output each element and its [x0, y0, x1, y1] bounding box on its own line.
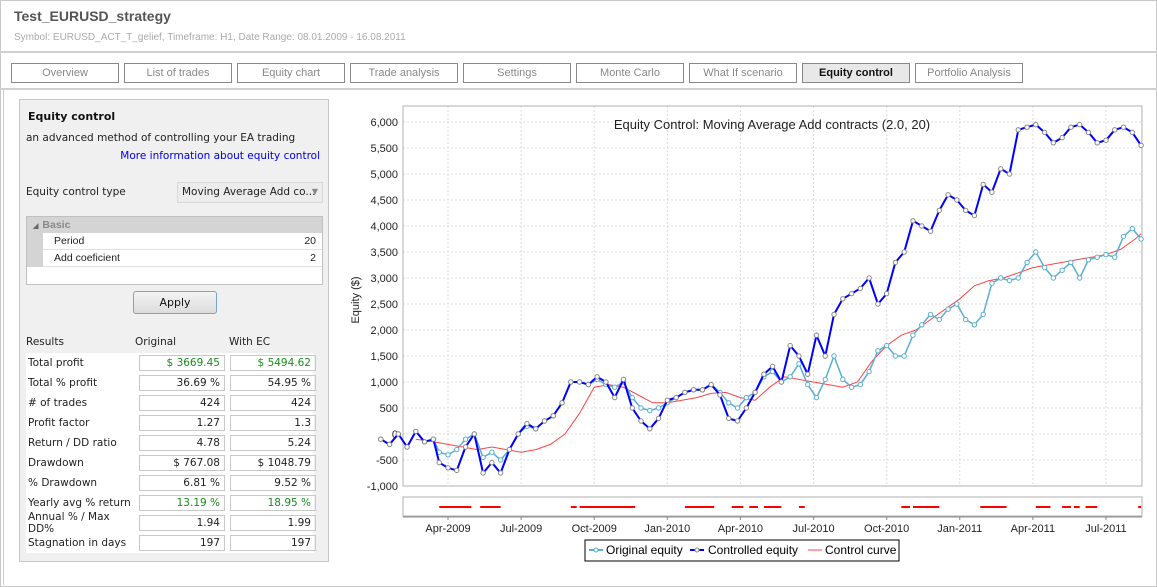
result-original-value: 424 — [139, 395, 225, 411]
property-row-period[interactable]: Period 20 — [43, 233, 322, 250]
result-label: Total profit — [28, 357, 84, 369]
equity-control-type-value: Moving Average Add co... — [182, 186, 316, 198]
result-original-value: 36.69 % — [139, 375, 225, 391]
result-original-value: $ 3669.45 — [139, 355, 225, 371]
result-original-value: 1.94 — [139, 515, 225, 531]
results-header-label: Results — [26, 336, 64, 348]
tab-equity-chart[interactable]: Equity chart — [237, 63, 345, 83]
result-original-value: 13.19 % — [139, 495, 225, 511]
results-table: Total profit $ 3669.45 $ 5494.62 Total % pr… — [26, 353, 316, 553]
property-group-basic[interactable]: ◢ Basic — [27, 217, 322, 233]
property-value[interactable]: 2 — [310, 250, 316, 266]
results-header-with-ec: With EC — [229, 336, 271, 348]
result-label: Return / DD ratio — [28, 437, 117, 449]
header-divider — [0, 51, 1157, 53]
result-with-ec-value: 5.24 — [230, 435, 316, 451]
result-with-ec-value: 9.52 % — [230, 475, 316, 491]
result-label: Annual % / Max DD% — [28, 511, 110, 535]
results-row: Stagnation in days 197 197 — [26, 533, 316, 553]
property-value[interactable]: 20 — [304, 233, 316, 249]
result-with-ec-value: 18.95 % — [230, 495, 316, 511]
result-with-ec-value: 1.3 — [230, 415, 316, 431]
property-grid-gutter — [27, 233, 43, 267]
apply-button[interactable]: Apply — [133, 291, 217, 314]
strategy-title: Test_EURUSD_strategy — [14, 8, 171, 24]
result-original-value: 1.27 — [139, 415, 225, 431]
results-row: % Drawdown 6.81 % 9.52 % — [26, 473, 316, 493]
result-original-value: $ 767.08 — [139, 455, 225, 471]
result-original-value: 4.78 — [139, 435, 225, 451]
panel-title: Equity control — [28, 110, 116, 123]
equity-control-panel: Equity control an advanced method of con… — [19, 99, 329, 562]
property-group-label: Basic — [42, 219, 71, 231]
result-label: % Drawdown — [28, 477, 98, 489]
results-row: Total profit $ 3669.45 $ 5494.62 — [26, 353, 316, 373]
property-row-add-coeficient[interactable]: Add coeficient 2 — [43, 250, 322, 267]
results-row: Return / DD ratio 4.78 5.24 — [26, 433, 316, 453]
result-label: # of trades — [28, 397, 88, 409]
result-with-ec-value: $ 5494.62 — [230, 355, 316, 371]
tab-overview[interactable]: Overview — [11, 63, 119, 83]
tab-equity-control[interactable]: Equity control — [802, 63, 910, 83]
result-label: Stagnation in days — [28, 537, 127, 549]
results-row: Drawdown $ 767.08 $ 1048.79 — [26, 453, 316, 473]
tab-list-of-trades[interactable]: List of trades — [124, 63, 232, 83]
result-label: Total % profit — [28, 377, 98, 389]
result-label: Yearly avg % return — [28, 497, 131, 509]
result-with-ec-value: $ 1048.79 — [230, 455, 316, 471]
strategy-subtitle: Symbol: EURUSD_ACT_T_gelief, Timeframe: … — [14, 32, 406, 43]
results-row: Profit factor 1.27 1.3 — [26, 413, 316, 433]
result-with-ec-value: 1.99 — [230, 515, 316, 531]
panel-description: an advanced method of controlling your E… — [26, 132, 296, 144]
results-header-original: Original — [135, 336, 177, 348]
result-label: Drawdown — [28, 457, 84, 469]
results-row: Yearly avg % return 13.19 % 18.95 % — [26, 493, 316, 513]
tab-bar: Overview List of trades Equity chart Tra… — [11, 63, 1023, 83]
property-name: Period — [54, 235, 85, 247]
result-original-value: 6.81 % — [139, 475, 225, 491]
property-grid: ◢ Basic Period 20 Add coeficient 2 — [26, 216, 323, 285]
tab-monte-carlo[interactable]: Monte Carlo — [576, 63, 684, 83]
tab-portfolio-analysis[interactable]: Portfolio Analysis — [915, 63, 1023, 83]
more-info-link[interactable]: More information about equity control — [120, 150, 320, 162]
tab-what-if-scenario[interactable]: What If scenario — [689, 63, 797, 83]
result-with-ec-value: 424 — [230, 395, 316, 411]
tab-trade-analysis[interactable]: Trade analysis — [350, 63, 458, 83]
results-row: Total % profit 36.69 % 54.95 % — [26, 373, 316, 393]
result-original-value: 197 — [139, 535, 225, 551]
collapse-triangle-icon: ◢ — [33, 223, 39, 230]
result-with-ec-value: 54.95 % — [230, 375, 316, 391]
property-name: Add coeficient — [54, 252, 120, 264]
result-with-ec-value: 197 — [230, 535, 316, 551]
tab-settings[interactable]: Settings — [463, 63, 571, 83]
equity-control-type-select[interactable]: Moving Average Add co... ▼ — [177, 182, 323, 203]
results-row: # of trades 424 424 — [26, 393, 316, 413]
equity-control-type-label: Equity control type — [26, 186, 126, 198]
result-label: Profit factor — [28, 417, 90, 429]
results-row: Annual % / Max DD% 1.94 1.99 — [26, 511, 316, 535]
dropdown-arrow-icon: ▼ — [311, 187, 318, 196]
